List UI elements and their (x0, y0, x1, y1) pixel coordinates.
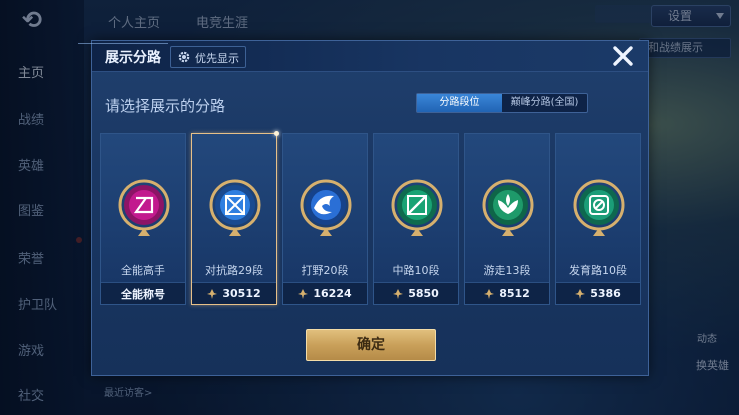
tab-lane-rank[interactable]: 分路段位 (417, 94, 502, 112)
lane-name: 发育路10段 (569, 264, 627, 277)
lane-footer: 5850 (374, 282, 458, 304)
lane-type-toggle: 分路段位 巅峰分路(全国) (416, 93, 588, 113)
farm-lane-badge-icon (573, 179, 625, 236)
lane-score: 30512 (222, 287, 261, 300)
lane-score: 8512 (499, 287, 530, 300)
lane-footer: 8512 (465, 282, 549, 304)
lane-name: 全能高手 (121, 264, 165, 277)
lane-card-all-rounder[interactable]: 全能高手 全能称号 (100, 133, 186, 305)
tab-peak-lane-national[interactable]: 巅峰分路(全国) (502, 94, 587, 112)
mid-lane-badge-icon (391, 179, 443, 236)
all-rounder-title: 全能称号 (121, 287, 165, 301)
display-lane-dialog: 展示分路 优先显示 请选择展示的分路 分路段位 巅峰分路(全国) 全能高手 全能… (78, 40, 649, 376)
rank-score-icon (207, 288, 218, 299)
lane-footer: 5386 (556, 282, 640, 304)
lane-score: 5386 (590, 287, 621, 300)
confirm-button[interactable]: 确定 (306, 329, 436, 361)
roam-badge-icon (482, 179, 534, 236)
lane-footer: 全能称号 (101, 282, 185, 304)
lane-card-roam[interactable]: 游走13段 8512 (464, 133, 550, 305)
gear-icon (178, 51, 190, 63)
lane-card-clash[interactable]: 对抗路29段 30512 (191, 131, 279, 305)
dialog-title: 展示分路 (105, 50, 161, 66)
lane-card-jungle[interactable]: 打野20段 16224 (282, 133, 368, 305)
select-prompt: 请选择展示的分路 (105, 97, 226, 115)
close-icon[interactable] (610, 43, 636, 69)
lane-card-farm[interactable]: 发育路10段 5386 (555, 133, 641, 305)
rank-score-icon (575, 288, 586, 299)
dialog-header: 展示分路 优先显示 (78, 41, 648, 72)
lane-score: 5850 (408, 287, 439, 300)
rank-score-icon (393, 288, 404, 299)
lane-footer: 16224 (283, 282, 367, 304)
rank-score-icon (484, 288, 495, 299)
lane-footer: 30512 (192, 282, 276, 304)
lane-name: 对抗路29段 (205, 264, 263, 277)
lane-name: 中路10段 (392, 264, 440, 277)
lane-score: 16224 (313, 287, 352, 300)
priority-display-label: 优先显示 (195, 52, 239, 65)
lane-card-mid[interactable]: 中路10段 5850 (373, 133, 459, 305)
rank-score-icon (298, 288, 309, 299)
lane-name: 打野20段 (301, 264, 349, 277)
priority-display-button[interactable]: 优先显示 (170, 46, 246, 68)
jungle-badge-icon (300, 179, 352, 236)
lane-name: 游走13段 (483, 264, 531, 277)
all-rounder-badge-icon (118, 179, 170, 236)
clash-lane-badge-icon (209, 179, 261, 236)
